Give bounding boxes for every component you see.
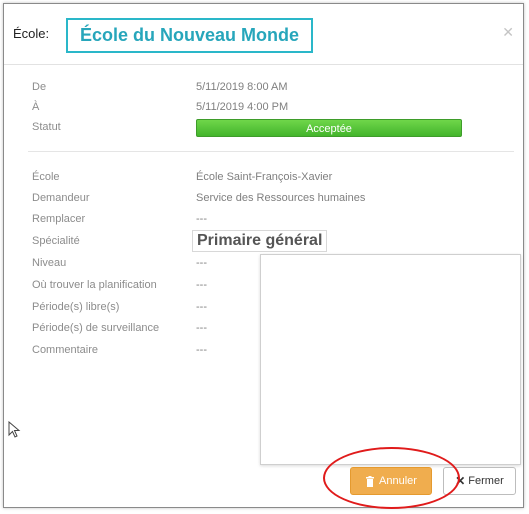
label-remplacer: Remplacer	[32, 213, 86, 225]
value-periodes-surveillance: ---	[196, 322, 207, 334]
value-remplacer: ---	[196, 213, 207, 225]
overlay-panel	[260, 254, 521, 465]
header-divider	[4, 64, 523, 65]
label-planification: Où trouver la planification	[32, 279, 157, 291]
trash-icon	[366, 475, 375, 487]
label-periodes-surveillance: Période(s) de surveillance	[32, 322, 160, 334]
value-niveau: ---	[196, 257, 207, 269]
school-title: École du Nouveau Monde	[80, 25, 300, 45]
cancel-button[interactable]: Annuler	[350, 467, 432, 495]
label-statut: Statut	[32, 121, 61, 133]
label-a: À	[32, 101, 40, 113]
school-prefix-label: École:	[13, 26, 50, 41]
mouse-cursor-icon	[8, 421, 21, 438]
close-x-icon: ✕	[455, 474, 466, 488]
screen: École: École du Nouveau Monde ✕ De 5/11/…	[0, 0, 529, 514]
label-specialite: Spécialité	[32, 235, 80, 247]
value-ecole: École Saint-François-Xavier	[196, 171, 333, 183]
value-de: 5/11/2019 8:00 AM	[196, 81, 288, 93]
status-value: Acceptée	[306, 123, 352, 135]
close-button-label: Fermer	[468, 475, 504, 487]
label-demandeur: Demandeur	[32, 192, 90, 204]
value-specialite: Primaire général	[197, 232, 323, 249]
value-planification: ---	[196, 279, 207, 291]
close-button[interactable]: ✕ Fermer	[443, 467, 516, 495]
close-icon[interactable]: ✕	[502, 24, 514, 41]
section-divider	[28, 151, 514, 152]
label-niveau: Niveau	[32, 257, 67, 269]
label-periodes-libres: Période(s) libre(s)	[32, 301, 120, 313]
specialite-callout: Primaire général	[192, 230, 328, 252]
value-demandeur: Service des Ressources humaines	[196, 192, 366, 204]
value-a: 5/11/2019 4:00 PM	[196, 101, 289, 113]
value-commentaire: ---	[196, 344, 207, 356]
status-badge: Acceptée	[196, 119, 462, 137]
label-commentaire: Commentaire	[32, 344, 99, 356]
school-title-callout: École du Nouveau Monde	[66, 18, 314, 53]
label-de: De	[32, 81, 47, 93]
value-periodes-libres: ---	[196, 301, 207, 313]
cancel-button-label: Annuler	[379, 475, 417, 487]
label-ecole: École	[32, 171, 60, 183]
